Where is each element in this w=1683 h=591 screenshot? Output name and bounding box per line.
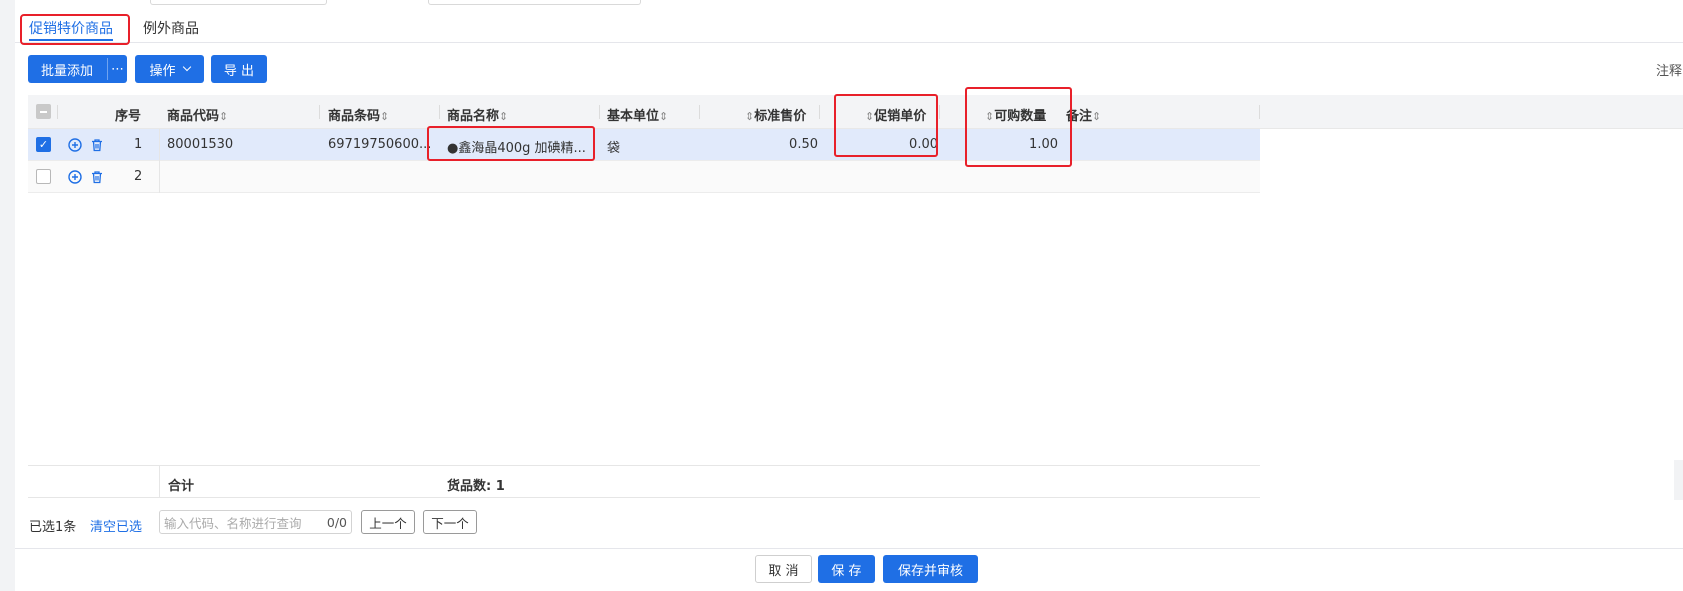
search-result-count: 0/0 <box>326 515 347 530</box>
tab-exception-items[interactable]: 例外商品 <box>143 18 199 38</box>
header-barcode-label: 商品条码 <box>328 109 381 124</box>
left-sidebar-strip <box>0 0 15 591</box>
header-index: 序号 <box>115 109 142 124</box>
note-label: 注释 <box>1656 64 1683 79</box>
save-button[interactable]: 保 存 <box>818 555 875 583</box>
header-code[interactable]: 商品代码⇕ <box>167 105 228 124</box>
cell-code: 80001530 <box>167 137 234 152</box>
annotation-box-qty <box>965 87 1072 167</box>
cell-std-price: 0.50 <box>789 137 818 152</box>
cell-barcode: 69719750600... <box>328 137 432 152</box>
sort-icon: ⇕ <box>745 110 755 123</box>
column-divider <box>159 129 160 193</box>
delete-row-icon[interactable] <box>90 170 104 184</box>
delete-row-icon[interactable] <box>90 138 104 152</box>
header-name[interactable]: 商品名称⇕ <box>447 105 508 124</box>
cell-unit: 袋 <box>607 141 621 156</box>
header-unit-label: 基本单位 <box>607 109 660 124</box>
annotation-box-name <box>427 126 595 161</box>
goods-count: 货品数: 1 <box>447 479 505 494</box>
row-checkbox[interactable] <box>36 169 51 184</box>
batch-add-button[interactable]: 批量添加 <box>28 55 106 83</box>
sort-icon: ⇕ <box>219 110 229 123</box>
table-row[interactable]: 2 <box>28 161 1260 193</box>
sort-icon: ⇕ <box>659 110 669 123</box>
selected-count: 已选1条 <box>29 520 77 535</box>
app-root: 促销特价商品 例外商品 批量添加 ⋯ 操作 导 出 注释 序号 商品代码⇕ 商品… <box>0 0 1683 591</box>
annotation-box-promo-price <box>834 94 938 157</box>
row-checkbox[interactable]: ✓ <box>36 137 51 152</box>
add-row-icon[interactable] <box>68 138 82 152</box>
sort-icon: ⇕ <box>499 110 509 123</box>
header-unit[interactable]: 基本单位⇕ <box>607 105 668 124</box>
header-divider <box>1259 105 1260 119</box>
operate-label: 操作 <box>149 63 176 79</box>
total-label: 合计 <box>168 479 195 494</box>
grid-footer: 合计 货品数: 1 <box>28 465 1260 498</box>
operate-dropdown-button[interactable]: 操作 <box>135 55 204 83</box>
header-divider <box>599 105 600 119</box>
sort-icon: ⇕ <box>1092 110 1102 123</box>
select-all-checkbox[interactable] <box>36 104 51 119</box>
cell-index: 1 <box>134 137 143 152</box>
tab-bar <box>15 0 1683 43</box>
more-options-button[interactable]: ⋯ <box>108 55 127 83</box>
save-and-audit-button[interactable]: 保存并审核 <box>883 555 978 583</box>
header-divider <box>319 105 320 119</box>
header-divider <box>939 105 940 119</box>
row-search-input[interactable] <box>164 514 312 532</box>
clear-selection-link[interactable]: 清空已选 <box>90 516 142 535</box>
header-divider <box>699 105 700 119</box>
table-row[interactable]: ✓ 1 80001530 69719750600... ●鑫海晶400g 加碘精… <box>28 129 1260 161</box>
annotation-box-tab <box>20 14 130 45</box>
header-divider <box>57 105 58 119</box>
header-divider <box>439 105 440 119</box>
cancel-button[interactable]: 取 消 <box>755 555 812 583</box>
selection-bar: 已选1条 清空已选 0/0 上一个 下一个 <box>28 510 628 536</box>
header-std-price[interactable]: ⇕标准售价 <box>745 105 806 124</box>
header-name-label: 商品名称 <box>447 109 500 124</box>
next-match-button[interactable]: 下一个 <box>423 510 477 534</box>
export-button[interactable]: 导 出 <box>211 55 267 83</box>
add-row-icon[interactable] <box>68 170 82 184</box>
sort-icon: ⇕ <box>380 110 390 123</box>
row-search-box: 0/0 <box>159 510 352 534</box>
header-code-label: 商品代码 <box>167 109 220 124</box>
header-divider <box>819 105 820 119</box>
chevron-down-icon <box>182 62 191 72</box>
prev-match-button[interactable]: 上一个 <box>361 510 415 534</box>
header-barcode[interactable]: 商品条码⇕ <box>328 105 389 124</box>
cell-index: 2 <box>134 169 143 184</box>
right-scroll-edge[interactable] <box>1674 460 1683 500</box>
header-std-price-label: 标准售价 <box>754 109 807 124</box>
